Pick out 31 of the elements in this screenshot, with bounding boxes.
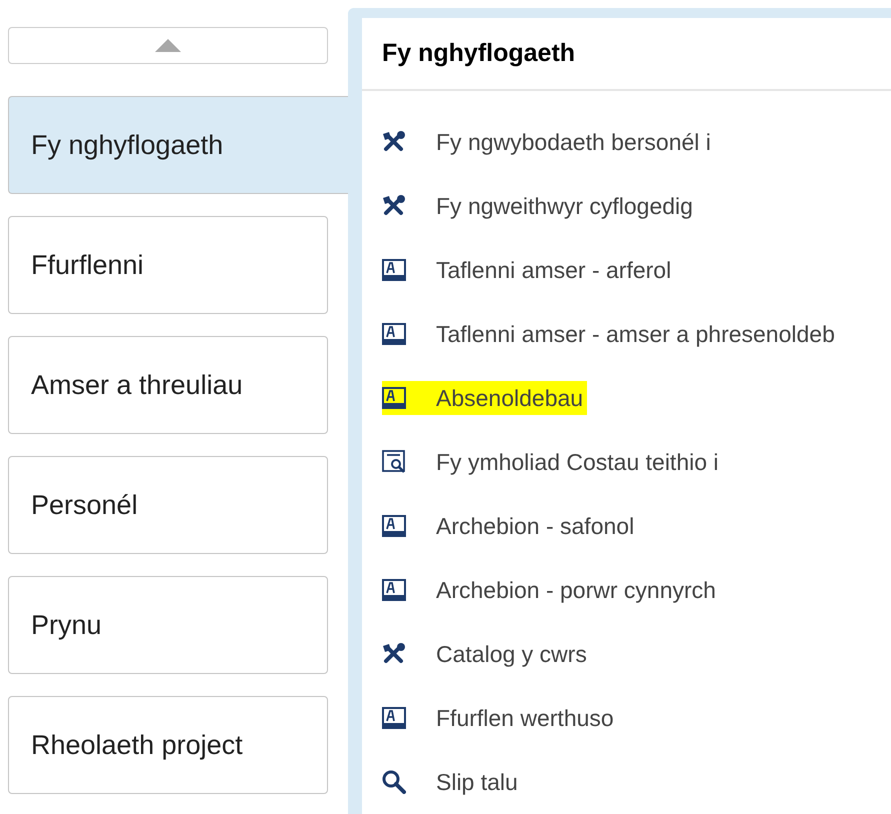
- category-tab[interactable]: Rheolaeth project: [8, 696, 328, 794]
- panel-title: Fy nghyflogaeth: [362, 18, 891, 91]
- category-tab[interactable]: Prynu: [8, 576, 328, 674]
- category-tab[interactable]: Amser a threuliau: [8, 336, 328, 434]
- form-icon: [382, 323, 406, 345]
- menu-link[interactable]: Fy ymholiad Costau teithio i: [382, 444, 719, 480]
- scroll-up-button[interactable]: [8, 27, 328, 64]
- menu-link[interactable]: Taflenni amser - arferol: [382, 252, 672, 288]
- form-icon: [382, 707, 406, 729]
- tools-icon: [382, 643, 406, 665]
- tools-icon: [382, 131, 406, 153]
- category-tab[interactable]: Personél: [8, 456, 328, 554]
- category-tab[interactable]: Fy nghyflogaeth: [8, 96, 348, 194]
- menu-link[interactable]: Fy ngwybodaeth bersonél i: [382, 124, 711, 160]
- form-icon: [382, 579, 406, 601]
- form-icon: [382, 387, 406, 409]
- menu-link[interactable]: Ffurflen werthuso: [382, 700, 614, 736]
- form-icon: [382, 259, 406, 281]
- up-triangle-icon: [155, 39, 181, 52]
- document-search-icon: [382, 450, 406, 474]
- menu-link[interactable]: Archebion - porwr cynnyrch: [382, 572, 716, 608]
- menu-link[interactable]: Archebion - safonol: [382, 508, 634, 544]
- menu-link[interactable]: Absenoldebau: [382, 380, 588, 416]
- menu-link[interactable]: Slip talu: [382, 764, 518, 800]
- tools-icon: [382, 195, 406, 217]
- form-icon: [382, 515, 406, 537]
- menu-link[interactable]: Fy ngweithwyr cyflogedig: [382, 188, 693, 224]
- search-icon: [382, 770, 406, 794]
- category-tab[interactable]: Ffurflenni: [8, 216, 328, 314]
- menu-link[interactable]: Taflenni amser - amser a phresenoldeb: [382, 316, 835, 352]
- menu-link[interactable]: Catalog y cwrs: [382, 636, 587, 672]
